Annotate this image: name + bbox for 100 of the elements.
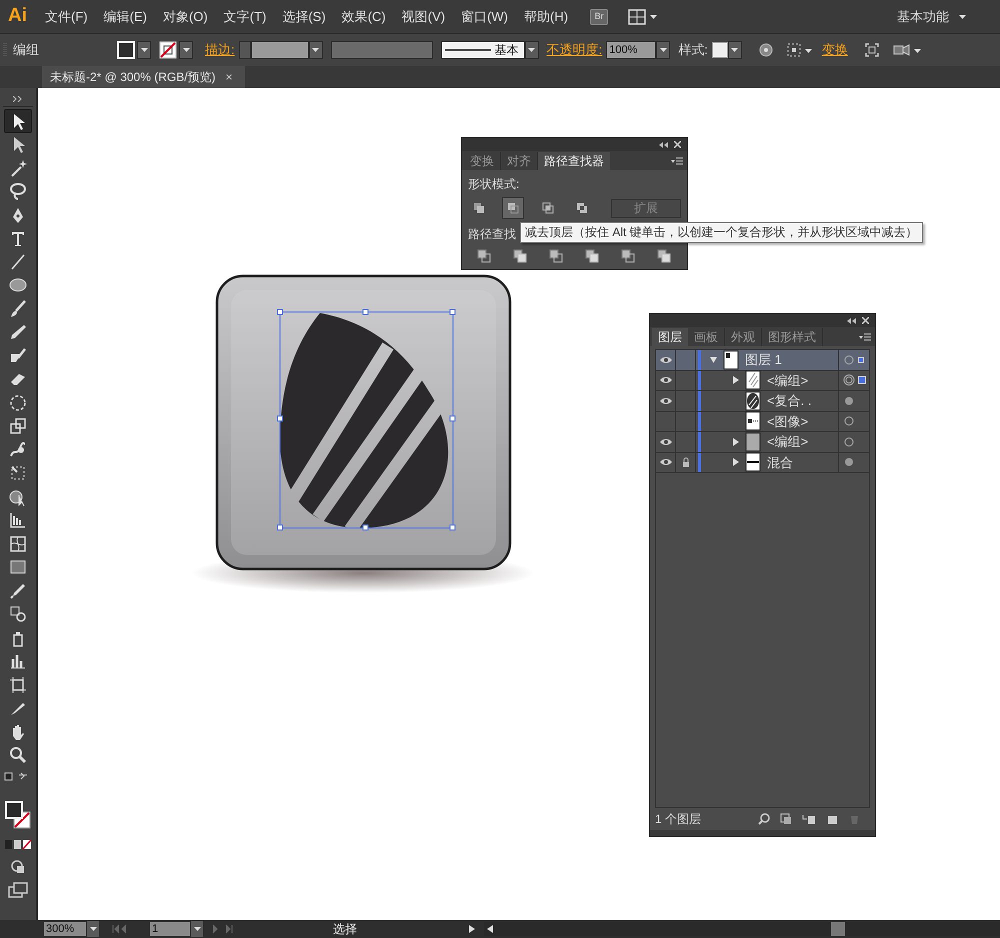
app-logo: Ai [8,4,27,28]
dropdown-button[interactable] [190,920,204,938]
panel-tab[interactable]: 路径查找器 [538,152,610,170]
opacity-field[interactable]: 100% [606,41,656,59]
collapse-icon[interactable] [659,142,668,148]
align-icon[interactable] [786,42,814,58]
lock-icon[interactable] [682,457,690,468]
close-icon[interactable] [862,317,869,324]
variable-width-field[interactable] [330,41,433,59]
pathfinder-icon[interactable] [549,249,563,263]
opacity-link[interactable]: 不透明度: [546,40,602,60]
target-icon[interactable] [843,354,855,366]
menu-item[interactable]: 效果(C) [342,6,386,26]
menu-item[interactable]: 视图(V) [402,6,446,26]
dropdown-button[interactable] [656,41,670,59]
layout-icon[interactable] [628,8,658,24]
layer-row[interactable]: <编组> [656,370,869,391]
dropdown-button[interactable] [137,41,151,59]
tool-button[interactable] [4,109,32,132]
layer-row[interactable]: 混合 [656,452,869,473]
eye-icon[interactable] [658,376,672,384]
stroke-weight-field[interactable] [250,41,309,59]
close-tab-button[interactable]: × [226,68,233,86]
layer-row[interactable]: <图像> [656,412,869,432]
zoom-field[interactable]: 300% [44,922,86,936]
new-layer-icon[interactable] [826,813,838,825]
zoom-tool-icon [8,745,28,766]
disclosure-triangle-icon[interactable] [732,458,738,466]
isolate-icon[interactable] [864,42,880,58]
line-icon [444,49,491,51]
stroke-link[interactable]: 描边: [205,40,235,60]
panel-menu-icon[interactable] [859,332,871,340]
style-label: 样式: [678,41,708,60]
target-icon[interactable] [843,436,855,448]
color-mode-icon[interactable] [3,839,33,851]
disclosure-triangle-icon[interactable] [732,438,738,446]
pathfinder-icon[interactable] [657,249,671,263]
fill-swatch[interactable] [117,41,135,59]
disclosure-triangle-icon[interactable] [732,376,738,384]
horizontal-scrollbar[interactable] [484,922,1000,936]
selection-indicator[interactable] [858,356,864,363]
dropdown-button[interactable] [308,41,323,59]
close-icon[interactable] [674,141,681,148]
panel-tab[interactable]: 图层 [652,328,688,346]
pathfinder-icon[interactable] [477,249,491,263]
screen-mode-icon[interactable] [7,881,29,899]
dropdown-button[interactable] [86,920,100,938]
transform-link[interactable]: 变换 [822,40,848,60]
target-icon[interactable] [843,374,855,386]
search-icon[interactable] [758,813,770,825]
artboard-field[interactable]: 1 [150,922,190,936]
menu-item[interactable]: 文件(F) [45,6,88,26]
scroll-thumb[interactable] [831,922,845,936]
eye-icon[interactable] [658,458,672,466]
target-icon[interactable] [843,394,855,407]
layer-name: <编组> [767,372,808,390]
pathfinder-icon[interactable] [585,249,599,263]
bridge-button[interactable]: Br [590,8,608,24]
pathfinder-icon[interactable] [621,249,635,263]
panel-tab[interactable]: 变换 [464,152,501,170]
layer-row[interactable]: <复合. . [656,391,869,412]
document-tab[interactable]: 未标题-2* @ 300% (RGB/预览) × [42,66,245,88]
menu-item[interactable]: 编辑(E) [104,6,147,26]
collapse-icon[interactable] [847,318,856,324]
workspace-switcher[interactable]: 基本功能 [897,6,966,26]
panel-tab[interactable]: 外观 [725,328,762,346]
menu-item[interactable]: 文字(T) [224,6,266,26]
layer-row[interactable]: <编组> [656,432,869,452]
layer-count: 1 个图层 [655,811,702,828]
scroll-left-icon[interactable] [486,924,494,934]
play-icon[interactable] [468,924,476,934]
menu-item[interactable]: 选择(S) [282,6,326,26]
menu-item[interactable]: 窗口(W) [461,6,508,26]
disclosure-triangle-icon[interactable] [710,356,716,364]
eye-icon[interactable] [658,396,672,405]
stroke-swatch[interactable] [159,41,177,59]
eye-icon[interactable] [658,356,672,364]
pathfinder-icon[interactable] [513,249,527,263]
menu-item[interactable]: 对象(O) [162,6,208,26]
menu-item[interactable]: 帮助(H) [524,6,568,26]
dropdown-button[interactable] [524,41,539,59]
target-icon[interactable] [843,415,855,428]
eye-icon[interactable] [658,438,672,446]
layer-row[interactable]: 图层 1 [656,350,869,370]
target-icon[interactable] [843,456,855,468]
panel-menu-icon[interactable] [671,156,683,164]
stroke-style-field[interactable]: 基本 [440,41,525,59]
fill-stroke-icon[interactable] [3,799,33,831]
style-swatch[interactable] [712,42,728,58]
shape-mode-button[interactable] [502,197,524,219]
clipping-mask-icon[interactable] [780,813,792,825]
new-sublayer-icon[interactable] [802,813,816,825]
recolor-icon[interactable] [758,42,774,58]
panel-tab[interactable]: 画板 [688,328,725,346]
selection-indicator[interactable] [858,376,866,384]
expand-icon[interactable] [13,96,23,102]
dropdown-button[interactable] [728,41,742,59]
dropdown-button[interactable] [179,41,193,59]
panel-tab[interactable]: 图形样式 [762,328,823,346]
layer-name: <复合. . [767,392,812,410]
